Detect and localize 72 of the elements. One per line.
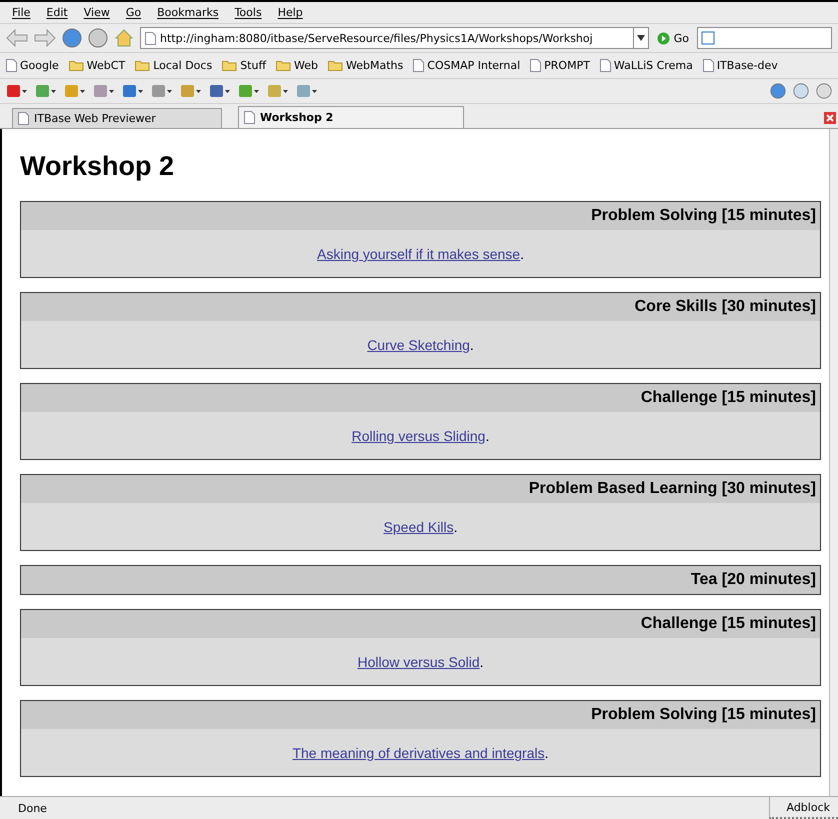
go-button[interactable]: Go [654,32,691,44]
menu-item[interactable]: View [78,6,116,19]
section-link[interactable]: Curve Sketching [367,337,470,353]
section-heading: Problem Solving [15 minutes] [21,701,820,729]
section-heading: Problem Solving [15 minutes] [21,202,820,230]
extension-icon[interactable] [209,84,231,98]
section-text: The meaning of derivatives and integrals. [292,745,549,761]
folder-icon [135,60,150,71]
extension-icon[interactable] [296,84,318,98]
section-heading: Problem Based Learning [30 minutes] [21,475,820,503]
section-link[interactable]: Rolling versus Sliding [352,428,486,444]
section-text: Curve Sketching. [367,337,474,353]
section-link[interactable]: Speed Kills [384,519,454,535]
scrollbar[interactable] [829,129,838,796]
section-link[interactable]: Hollow versus Solid [357,654,480,670]
section-text: Rolling versus Sliding. [352,428,490,444]
section-link[interactable]: The meaning of derivatives and integrals [292,745,545,761]
extension-icon[interactable] [6,84,28,98]
search-field[interactable] [697,27,832,49]
menu-item[interactable]: File [6,6,36,19]
folder-icon [276,60,292,71]
extension-icon[interactable] [267,84,289,98]
browser-tab[interactable]: ITBase Web Previewer [12,108,222,128]
section-link[interactable]: Asking yourself if it makes sense [317,246,520,262]
page-title: Workshop 2 [20,151,176,182]
section-heading: Core Skills [30 minutes] [21,293,820,321]
folder-icon [222,60,238,71]
bookmark-link[interactable]: WaLLiS Crema [600,59,693,72]
section-heading: Challenge [15 minutes] [21,384,820,412]
extension-icon[interactable] [238,84,260,98]
dropdown-arrow-icon[interactable] [636,35,645,41]
folder-icon [68,60,84,71]
bookmark-link[interactable]: Stuff [222,59,266,72]
browser-tab[interactable]: Workshop 2 [238,106,464,128]
extension-icon[interactable] [180,84,202,98]
bookmark-link[interactable]: COSMAP Internal [413,59,520,72]
section-text: Asking yourself if it makes sense. [317,246,524,262]
search-engine-icon [701,31,715,45]
status-text: Done [17,802,48,814]
menu-item[interactable]: Edit [40,6,74,19]
extension-icon[interactable] [93,84,115,98]
bookmark-link[interactable]: Local Docs [135,59,212,72]
folder-icon [328,60,344,71]
section-text: Hollow versus Solid. [357,654,484,670]
close-icon[interactable] [824,112,836,124]
section-heading: Challenge [15 minutes] [21,610,820,638]
section-heading: Tea [20 minutes] [21,566,820,594]
page-icon [702,59,714,72]
page-icon [530,59,542,72]
page-icon [6,59,17,72]
extension-icon[interactable] [151,84,173,98]
extension-icon[interactable] [122,84,144,98]
menu-item[interactable]: Tools [228,6,268,19]
menu-item[interactable]: Bookmarks [151,6,225,19]
bookmark-link[interactable]: Web [276,59,318,72]
page-icon [600,59,611,72]
extension-icon[interactable] [64,84,86,98]
extension-icon[interactable] [35,84,57,98]
adblock-panel[interactable]: Adblock [769,797,838,819]
bookmark-link[interactable]: ITBase-dev [702,59,778,72]
page-icon [244,111,255,124]
page-icon [145,32,156,44]
menu-item[interactable]: Go [120,6,148,19]
bookmark-link[interactable]: PROMPT [530,59,590,72]
menu-item[interactable]: Help [272,6,309,19]
section-text: Speed Kills. [384,519,458,535]
address-field[interactable]: http://ingham:8080/itbase/ServeResource/files/Physics1A/Workshops/Workshoj [140,27,649,49]
page-icon [413,59,424,72]
bookmark-link[interactable]: WebMaths [328,59,404,72]
bookmark-link[interactable]: WebCT [68,59,126,72]
page-icon [18,112,29,125]
bookmark-link[interactable]: Google [6,59,59,72]
